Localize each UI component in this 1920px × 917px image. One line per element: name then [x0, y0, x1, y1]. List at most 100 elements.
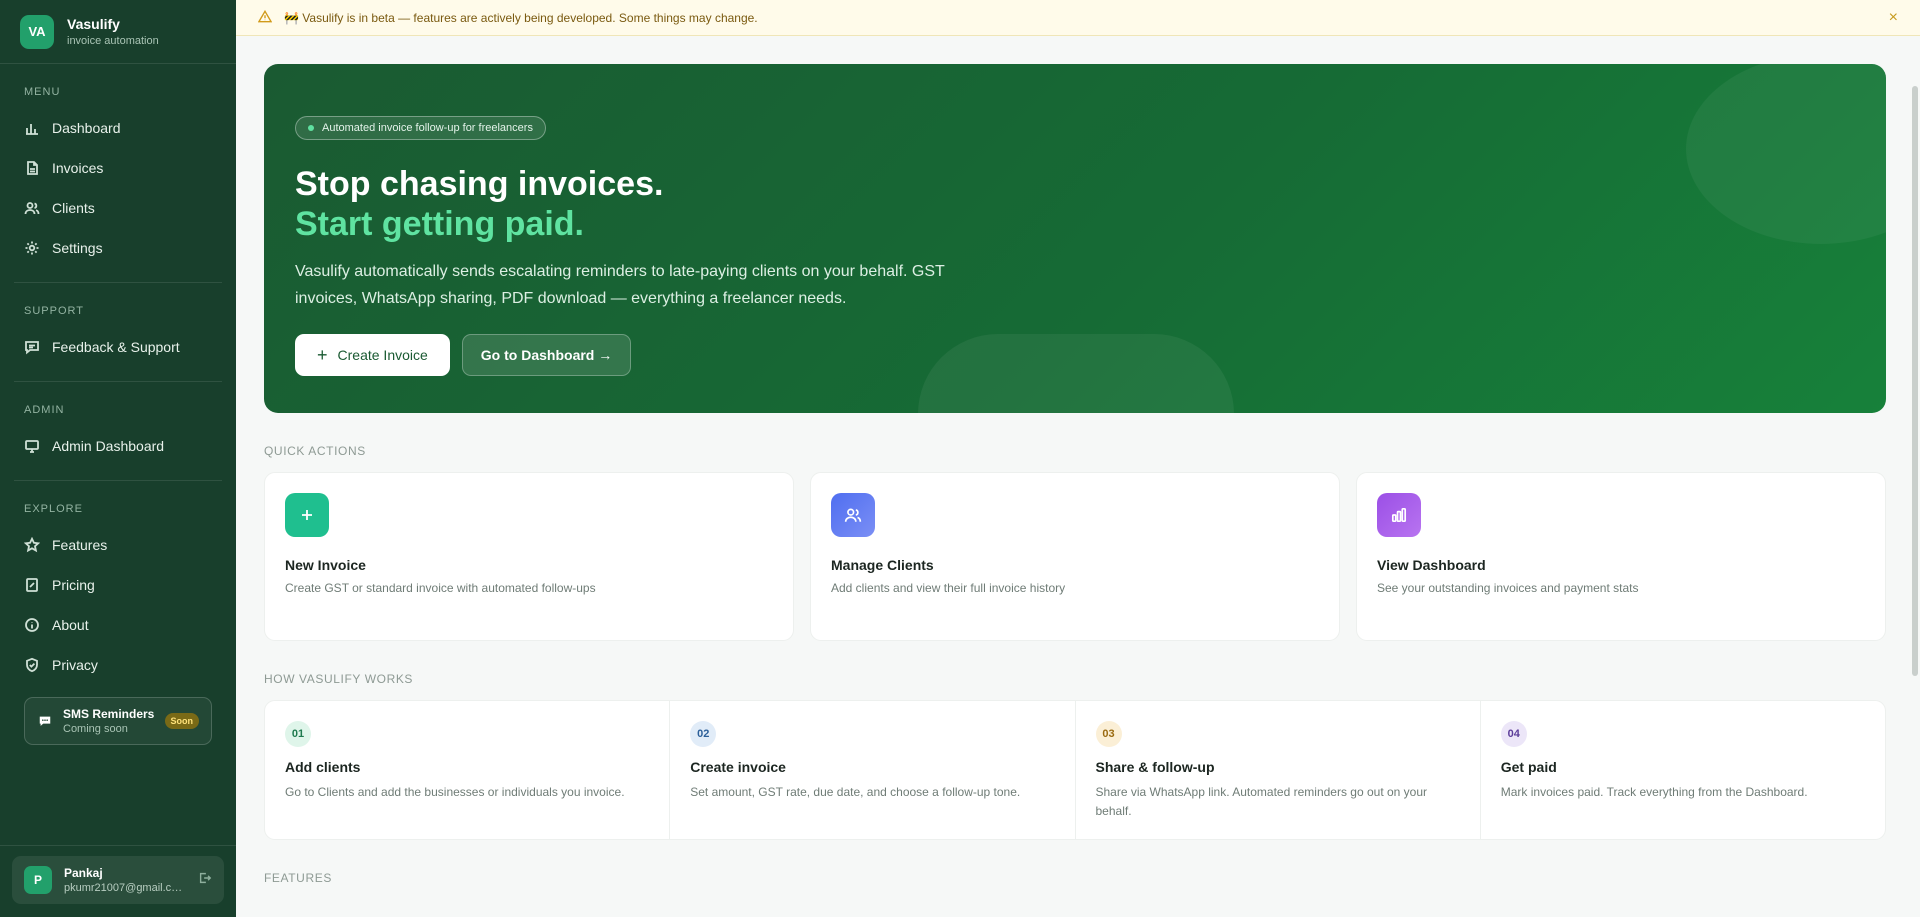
file-icon	[27, 161, 38, 175]
soon-badge: Soon	[164, 713, 199, 729]
divider	[14, 480, 222, 481]
hero-description: Vasulify automatically sends escalating …	[295, 263, 945, 307]
avatar: P	[24, 866, 52, 894]
message-icon	[25, 341, 39, 355]
logout-icon[interactable]	[198, 871, 212, 890]
step-number: 03	[1095, 721, 1122, 747]
sidebar-item-admin-dashboard[interactable]: Admin Dashboard	[0, 426, 236, 466]
plus-icon: +	[317, 344, 328, 365]
card-description: See your outstanding invoices and paymen…	[1377, 581, 1639, 595]
sidebar-item-settings[interactable]: Settings	[0, 228, 236, 268]
brand-subtitle: invoice automation	[67, 35, 159, 47]
scrollbar[interactable]	[1912, 86, 1918, 676]
step-number: 01	[285, 721, 311, 747]
brand-logo: VA	[20, 14, 54, 49]
sms-title: SMS Reminders	[63, 707, 155, 721]
manage-clients-card[interactable]: Manage Clients Add clients and view thei…	[810, 472, 1340, 641]
dot-icon	[308, 125, 314, 131]
hero-pill-text: Automated invoice follow-up for freelanc…	[322, 122, 533, 134]
sidebar-item-label: Pricing	[52, 577, 95, 593]
hero-pill: Automated invoice follow-up for freelanc…	[295, 116, 546, 140]
monitor-icon	[25, 440, 39, 453]
step-description: Go to Clients and add the businesses or …	[285, 785, 625, 799]
sms-reminders-card[interactable]: SMS Reminders Coming soon Soon	[24, 697, 212, 745]
bar-chart-icon	[26, 124, 38, 135]
decorative-blob	[918, 334, 1234, 413]
sidebar-item-label: Feedback & Support	[52, 339, 180, 355]
plus-icon	[285, 493, 329, 537]
sidebar-item-label: Dashboard	[52, 120, 121, 136]
step-description: Mark invoices paid. Track everything fro…	[1500, 785, 1808, 799]
sidebar-item-label: Admin Dashboard	[52, 438, 165, 454]
go-to-dashboard-button[interactable]: Go to Dashboard →	[461, 334, 632, 376]
card-description: Add clients and view their full invoice …	[831, 581, 1066, 595]
hero-banner: Automated invoice follow-up for freelanc…	[264, 64, 1886, 413]
sidebar-item-about[interactable]: About	[0, 605, 236, 645]
gear-icon	[25, 241, 39, 255]
sidebar-item-label: About	[52, 617, 89, 633]
star-icon	[24, 537, 40, 553]
brand-name: Vasulify	[67, 16, 120, 32]
chat-icon	[37, 713, 53, 729]
sidebar-item-feedback[interactable]: Feedback & Support	[0, 327, 236, 367]
view-dashboard-card[interactable]: View Dashboard See your outstanding invo…	[1356, 472, 1886, 641]
step-number: 04	[1500, 721, 1527, 747]
step-get-paid: 04 Get paid Mark invoices paid. Track ev…	[1481, 701, 1885, 839]
new-invoice-card[interactable]: New Invoice Create GST or standard invoi…	[264, 472, 794, 641]
beta-banner: 🚧 Vasulify is in beta — features are act…	[236, 0, 1920, 36]
brand[interactable]: VA Vasulify invoice automation	[0, 0, 236, 64]
bar-chart-icon	[1377, 493, 1421, 537]
step-title: Get paid	[1500, 759, 1557, 775]
sidebar-item-clients[interactable]: Clients	[0, 188, 236, 228]
step-title: Share & follow-up	[1095, 759, 1215, 775]
how-it-works-title: HOW VASULIFY WORKS	[264, 672, 414, 686]
quick-actions-title: QUICK ACTIONS	[264, 444, 366, 458]
tag-icon	[26, 578, 38, 592]
card-title: Manage Clients	[831, 557, 934, 573]
hero-title: Stop chasing invoices.	[295, 165, 664, 203]
sidebar-item-dashboard[interactable]: Dashboard	[0, 108, 236, 148]
close-icon[interactable]: ×	[1889, 9, 1898, 27]
info-icon	[25, 618, 39, 632]
quick-actions: New Invoice Create GST or standard invoi…	[264, 472, 1886, 641]
sms-subtitle: Coming soon	[63, 723, 128, 735]
card-title: View Dashboard	[1377, 557, 1486, 573]
sidebar-item-label: Settings	[52, 240, 103, 256]
section-label-admin: ADMIN	[24, 404, 65, 416]
step-create-invoice: 02 Create invoice Set amount, GST rate, …	[670, 701, 1076, 839]
step-title: Add clients	[285, 759, 361, 775]
beta-text: 🚧 Vasulify is in beta — features are act…	[284, 10, 758, 25]
sidebar-item-pricing[interactable]: Pricing	[0, 565, 236, 605]
sidebar-item-label: Clients	[52, 200, 95, 216]
sidebar-item-label: Invoices	[52, 160, 104, 176]
section-label-menu: MENU	[24, 86, 61, 98]
sidebar-item-label: Privacy	[52, 657, 98, 673]
sidebar: VA Vasulify invoice automation MENU Dash…	[0, 0, 236, 917]
user-card[interactable]: P Pankaj pkumr21007@gmail.com	[12, 856, 224, 904]
warning-icon	[257, 9, 273, 26]
step-share-follow-up: 03 Share & follow-up Share via WhatsApp …	[1076, 701, 1481, 839]
card-description: Create GST or standard invoice with auto…	[285, 581, 596, 595]
user-email: pkumr21007@gmail.com	[64, 882, 184, 894]
section-label-support: SUPPORT	[24, 305, 84, 317]
create-invoice-button[interactable]: + Create Invoice	[295, 334, 450, 376]
features-title: FEATURES	[264, 871, 332, 885]
divider	[14, 282, 222, 283]
user-name: Pankaj	[64, 866, 103, 880]
users-icon	[831, 493, 875, 537]
users-icon	[24, 202, 40, 215]
shield-icon	[26, 657, 38, 673]
divider	[14, 381, 222, 382]
step-number: 02	[690, 721, 717, 747]
create-invoice-label: Create Invoice	[337, 347, 428, 363]
step-add-clients: 01 Add clients Go to Clients and add the…	[265, 701, 671, 839]
sidebar-item-privacy[interactable]: Privacy	[0, 645, 236, 685]
sidebar-item-invoices[interactable]: Invoices	[0, 148, 236, 188]
how-it-works: 01 Add clients Go to Clients and add the…	[264, 700, 1886, 840]
sidebar-item-features[interactable]: Features	[0, 525, 236, 565]
step-description: Set amount, GST rate, due date, and choo…	[690, 785, 1021, 799]
hero-title-accent: Start getting paid.	[295, 205, 584, 243]
card-title: New Invoice	[285, 557, 366, 573]
step-title: Create invoice	[690, 759, 786, 775]
step-description: Share via WhatsApp link. Automated remin…	[1095, 785, 1428, 818]
